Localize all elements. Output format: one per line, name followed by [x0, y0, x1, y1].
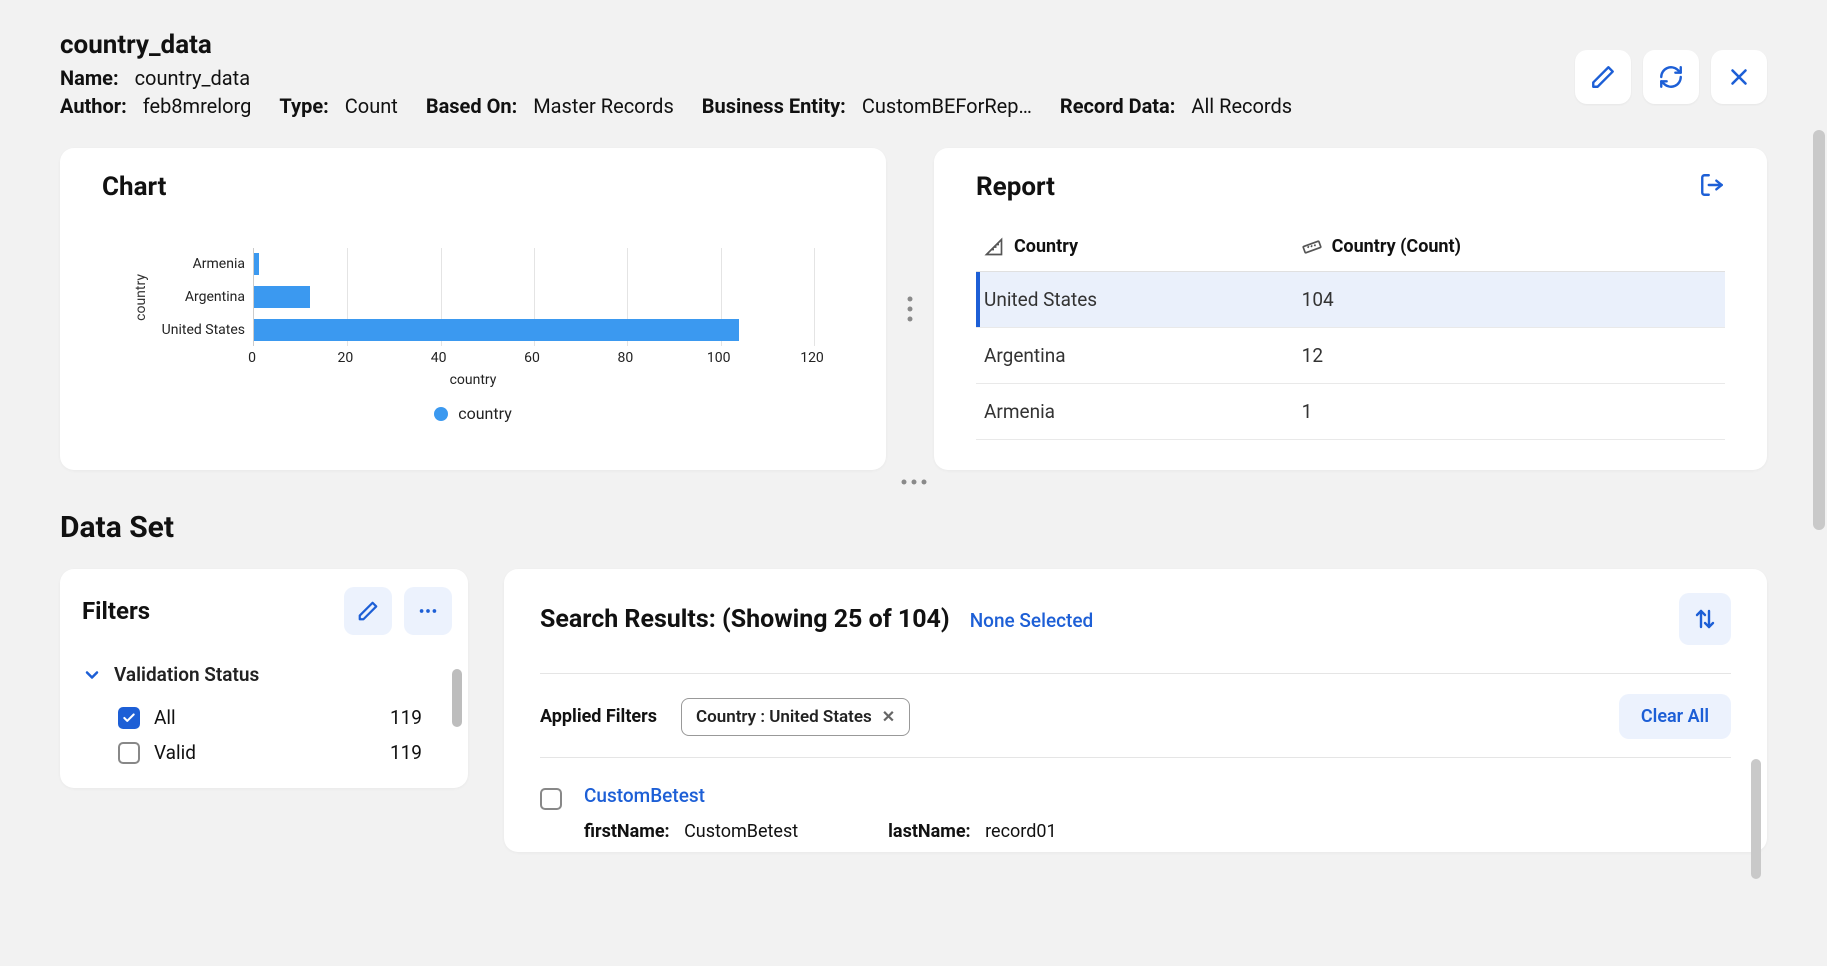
clear-all-button[interactable]: Clear All [1619, 694, 1731, 739]
none-selected-link[interactable]: None Selected [970, 609, 1094, 632]
meta-entity-value: CustomBEForRep… [862, 94, 1032, 118]
report-panel-title: Report [976, 172, 1055, 202]
result-item: CustomBetest firstName: CustomBetest las… [540, 778, 1731, 842]
more-horizontal-icon [417, 600, 439, 622]
report-row[interactable]: Armenia1 [976, 384, 1725, 440]
report-cell-count: 104 [1294, 272, 1725, 328]
result-link[interactable]: CustomBetest [584, 784, 705, 807]
horizontal-splitter[interactable] [60, 478, 1767, 486]
chart-panel-title: Chart [102, 172, 844, 202]
pencil-icon [1590, 64, 1616, 90]
page-title: country_data [60, 30, 1314, 60]
report-cell-country: United States [976, 272, 1294, 328]
lastname-value: record01 [985, 821, 1056, 842]
report-col-count: Country (Count) [1332, 236, 1461, 257]
close-button[interactable] [1711, 50, 1767, 104]
lastname-label: lastName: [888, 821, 970, 842]
meta-author-value: feb8mrelorg [143, 94, 252, 118]
report-panel: Report Country [934, 148, 1767, 470]
meta-entity-label: Business Entity: [702, 94, 846, 118]
report-col-country: Country [1014, 236, 1078, 257]
divider [540, 757, 1731, 758]
meta-name-value: country_data [135, 66, 251, 90]
results-scroll-thumb[interactable] [1751, 759, 1761, 879]
meta-author-label: Author: [60, 94, 127, 118]
filter-option-label: All [154, 706, 176, 729]
meta-recorddata-value: All Records [1191, 94, 1292, 118]
filter-option-count: 119 [390, 741, 452, 764]
legend-label: country [458, 404, 512, 423]
report-cell-country: Argentina [976, 328, 1294, 384]
refresh-button[interactable] [1643, 50, 1699, 104]
more-filters-button[interactable] [404, 587, 452, 635]
export-icon [1699, 172, 1725, 198]
dataset-title: Data Set [60, 510, 1767, 545]
x-tick: 60 [524, 350, 540, 366]
edit-filters-button[interactable] [344, 587, 392, 635]
bar-chart: country Armenia Argentina United States [133, 248, 813, 346]
sort-button[interactable] [1679, 593, 1731, 645]
edit-button[interactable] [1575, 50, 1631, 104]
export-button[interactable] [1699, 172, 1725, 202]
chart-panel: Chart country Armenia Argentina United S… [60, 148, 886, 470]
filter-group-label: Validation Status [114, 663, 259, 686]
x-tick: 0 [248, 350, 256, 366]
chevron-down-icon [82, 665, 102, 685]
refresh-icon [1658, 64, 1684, 90]
filters-scroll-thumb[interactable] [452, 669, 462, 727]
legend-dot-icon [434, 407, 448, 421]
y-label-1: Argentina [153, 281, 245, 313]
x-tick: 20 [337, 350, 353, 366]
filters-title: Filters [82, 597, 150, 625]
filter-checkbox[interactable] [118, 707, 140, 729]
x-tick: 80 [617, 350, 633, 366]
y-axis-title: country [133, 274, 149, 321]
filter-option[interactable]: All 119 [82, 700, 452, 735]
pencil-icon [357, 600, 379, 622]
filter-checkbox[interactable] [118, 742, 140, 764]
close-icon [1726, 64, 1752, 90]
firstname-value: CustomBetest [684, 821, 798, 842]
chart-bar[interactable] [254, 253, 259, 275]
meta-recorddata-label: Record Data: [1060, 94, 1176, 118]
filter-chip-text: Country : United States [696, 707, 872, 727]
meta-basedon-label: Based On: [426, 94, 517, 118]
vertical-splitter[interactable] [896, 148, 924, 470]
divider [540, 673, 1731, 674]
chart-bar[interactable] [254, 286, 310, 308]
grid-line [814, 248, 815, 346]
results-title: Search Results: (Showing 25 of 104) [540, 605, 950, 634]
report-cell-country: Armenia [976, 384, 1294, 440]
meta-basedon-value: Master Records [533, 94, 674, 118]
report-cell-count: 1 [1294, 384, 1725, 440]
filter-group-validation-status[interactable]: Validation Status [82, 663, 452, 686]
y-label-2: United States [153, 314, 245, 346]
results-panel: Search Results: (Showing 25 of 104) None… [504, 569, 1767, 852]
firstname-label: firstName: [584, 821, 670, 842]
applied-filters-label: Applied Filters [540, 706, 657, 727]
report-cell-count: 12 [1294, 328, 1725, 384]
filters-panel: Filters Validation Status All 119 Valid 119 [60, 569, 468, 788]
filter-chip-country[interactable]: Country : United States ✕ [681, 698, 910, 736]
result-checkbox[interactable] [540, 788, 562, 810]
x-axis-label: country [450, 372, 497, 388]
chip-remove-icon[interactable]: ✕ [882, 707, 895, 726]
sort-arrows-icon [1693, 607, 1717, 631]
meta-type-value: Count [345, 94, 398, 118]
meta-name-label: Name: [60, 66, 119, 90]
report-row[interactable]: Argentina12 [976, 328, 1725, 384]
x-tick: 40 [431, 350, 447, 366]
ruler-triangle-icon [984, 237, 1004, 257]
x-tick: 120 [800, 350, 824, 366]
ruler-icon [1302, 237, 1322, 257]
report-row[interactable]: United States104 [976, 272, 1725, 328]
x-tick: 100 [707, 350, 731, 366]
filter-option[interactable]: Valid 119 [82, 735, 452, 770]
meta-type-label: Type: [279, 94, 328, 118]
page-scroll-thumb[interactable] [1813, 130, 1825, 530]
chart-bar[interactable] [254, 319, 739, 341]
filter-option-count: 119 [390, 706, 452, 729]
filter-option-label: Valid [154, 741, 196, 764]
y-label-0: Armenia [153, 248, 245, 280]
